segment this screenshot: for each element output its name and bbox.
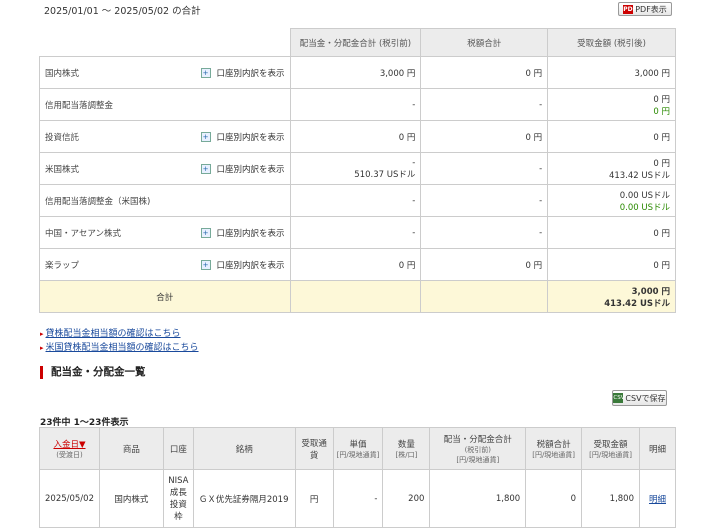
expand-icon: + xyxy=(200,260,211,270)
csv-icon: CSV xyxy=(613,393,625,403)
account-breakdown-toggle[interactable]: + 口座別内訳を表示 xyxy=(200,67,285,79)
account-breakdown-toggle[interactable]: + 口座別内訳を表示 xyxy=(200,131,285,143)
dividend-list-table: 入金日▼ (受渡日) 商品 口座 銘柄 受取通貨 単価 [円/現地通貨] 数量 [株/… xyxy=(39,427,676,528)
pdf-label: PDF表示 xyxy=(635,4,667,14)
sort-date-header[interactable]: 入金日▼ (受渡日) xyxy=(39,427,100,470)
section-title: 配当金・分配金一覧 xyxy=(40,366,146,379)
total-label: 合計 xyxy=(39,280,291,313)
table-row: 2025/05/02 国内株式 NISA成長投資枠 ＧＸ优先証券隔月2019 円… xyxy=(39,469,676,528)
us-lending-dividend-link[interactable]: 米国貸株配当金相当額の確認はこちら xyxy=(46,343,199,353)
lending-link-row: ▸ 貸株配当金相当額の確認はこちら xyxy=(40,326,181,339)
lending-dividend-link[interactable]: 貸株配当金相当額の確認はこちら xyxy=(46,329,181,339)
expand-icon: + xyxy=(200,132,211,142)
detail-link[interactable]: 明細 xyxy=(649,495,666,505)
account-breakdown-toggle[interactable]: + 口座別内訳を表示 xyxy=(200,227,285,239)
pdf-icon: PDF xyxy=(623,4,637,14)
period-range: 2025/01/01 〜 2025/05/02 の合計 xyxy=(44,6,201,17)
summary-row: 信用配当落調整金 - - 0 円0 円 xyxy=(39,88,676,121)
us-lending-link-row: ▸ 米国貸株配当金相当額の確認はこちら xyxy=(40,340,199,353)
summary-row: 米国株式 + 口座別内訳を表示 -510.37 USドル - 0 円 413.42 … xyxy=(39,152,676,185)
expand-icon: + xyxy=(200,228,211,238)
account-breakdown-toggle[interactable]: + 口座別内訳を表示 xyxy=(200,163,285,175)
summary-row: 中国・アセアン株式 + 口座別内訳を表示 - - 0 円 xyxy=(39,216,676,249)
total-row: 合計 3,000 円 413.42 USドル xyxy=(39,280,676,313)
header-gross: 配当金・分配金合計 (税引前) xyxy=(289,28,422,57)
summary-row: 国内株式 + 口座別内訳を表示 3,000 円 0 円 3,000 円 xyxy=(39,56,676,89)
header-net: 受取金額 (税引後) xyxy=(547,28,676,57)
header-tax: 税額合計 xyxy=(420,28,549,57)
summary-row: 信用配当落調整金（米国株) - - 0.00 USドル 0.00 USドル xyxy=(39,184,676,217)
arrow-icon: ▸ xyxy=(40,344,44,352)
expand-icon: + xyxy=(200,68,211,78)
arrow-icon: ▸ xyxy=(40,330,44,338)
account-breakdown-toggle[interactable]: + 口座別内訳を表示 xyxy=(200,259,285,271)
summary-row: 楽ラップ + 口座別内訳を表示 0 円 0 円 0 円 xyxy=(39,248,676,281)
summary-table: 配当金・分配金合計 (税引前) 税額合計 受取金額 (税引後) 国内株式 + 口座… xyxy=(39,28,676,313)
csv-save-button[interactable]: CSV CSVで保存 xyxy=(612,390,667,406)
row-name: 国内株式 xyxy=(45,68,80,79)
summary-row: 投資信託 + 口座別内訳を表示 0 円 0 円 0 円 xyxy=(39,120,676,153)
pdf-button[interactable]: PDF PDF表示 xyxy=(618,2,672,16)
expand-icon: + xyxy=(200,164,211,174)
